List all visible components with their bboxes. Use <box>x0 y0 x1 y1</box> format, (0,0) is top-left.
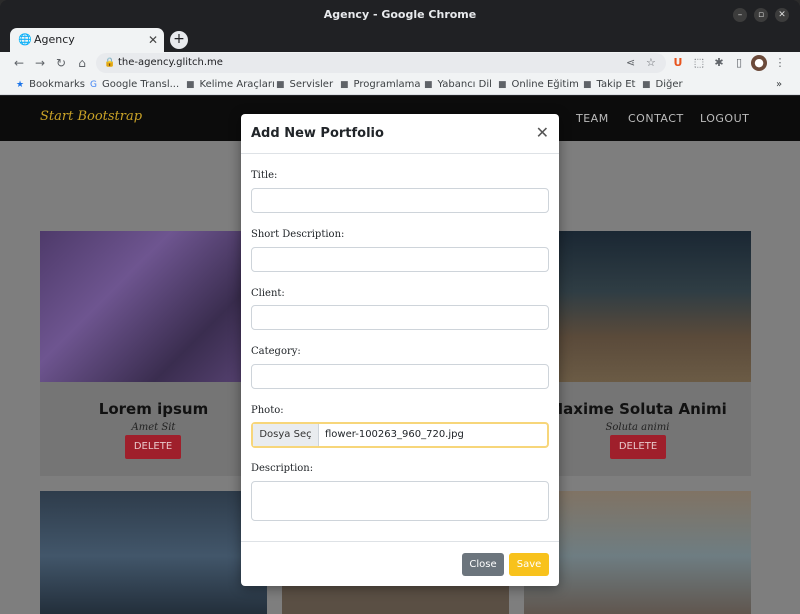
forward-icon[interactable]: → <box>31 54 49 72</box>
card-title: Lorem ipsum <box>98 400 209 418</box>
tab-title: Agency <box>34 33 75 46</box>
close-icon[interactable]: ✕ <box>536 123 549 142</box>
ublock-icon[interactable]: U <box>670 55 686 71</box>
short-description-input[interactable] <box>251 247 549 272</box>
choose-file-button[interactable]: Dosya Seç <box>253 424 319 446</box>
star-icon[interactable]: ☆ <box>646 53 656 73</box>
short-description-label: Short Description: <box>251 229 345 240</box>
bookmark-item[interactable]: ★ Bookmarks <box>16 74 85 95</box>
close-button[interactable]: Close <box>462 553 504 576</box>
browser-tab[interactable]: 🌐 Agency ✕ <box>10 28 164 52</box>
bookmark-item[interactable]: ■ Online Eğitim <box>498 74 579 95</box>
close-window-button[interactable]: ✕ <box>775 8 789 22</box>
card-subtitle: Amet Sit <box>131 422 176 433</box>
sidepanel-icon[interactable]: ▯ <box>731 55 747 71</box>
bookmark-item[interactable]: ■ Diğer <box>642 74 683 95</box>
home-icon[interactable]: ⌂ <box>73 54 91 72</box>
bookmark-item[interactable]: ■ Programlama <box>340 74 420 95</box>
lavender-image <box>40 231 267 382</box>
description-textarea[interactable] <box>251 481 549 521</box>
portfolio-card: Lorem ipsum Amet Sit DELETE <box>40 231 267 476</box>
title-label: Title: <box>251 170 278 181</box>
modal-title: Add New Portfolio <box>251 126 384 141</box>
save-button[interactable]: Save <box>509 553 549 576</box>
minimize-button[interactable]: – <box>733 8 747 22</box>
portfolio-card <box>282 582 509 614</box>
bookmark-item[interactable]: ■ Yabancı Dil <box>424 74 492 95</box>
window-title: Agency - Google Chrome <box>0 0 800 30</box>
site-brand[interactable]: Start Bootstrap <box>40 109 142 124</box>
tab-strip: 🌐 Agency ✕ + <box>0 28 800 52</box>
bookmark-item[interactable]: G Google Transl... <box>90 74 179 95</box>
category-label: Category: <box>251 346 301 357</box>
address-bar[interactable]: 🔒 the-agency.glitch.me ⋖ ☆ <box>96 53 666 73</box>
category-input[interactable] <box>251 364 549 389</box>
title-input[interactable] <box>251 188 549 213</box>
share-icon[interactable]: ⋖ <box>626 53 635 73</box>
bookmark-item[interactable]: ■ Kelime Araçları <box>186 74 275 95</box>
delete-button[interactable]: DELETE <box>610 435 666 459</box>
browser-toolbar: ← → ↻ ⌂ 🔒 the-agency.glitch.me ⋖ ☆ U ⬚ ✱… <box>0 52 800 74</box>
browser-window: Agency - Google Chrome – ▫ ✕ 🌐 Agency ✕ … <box>0 0 800 614</box>
bookmarks-overflow-icon[interactable]: » <box>776 74 782 95</box>
back-icon[interactable]: ← <box>10 54 28 72</box>
add-portfolio-modal: Add New Portfolio ✕ Title: Short Descrip… <box>241 114 559 586</box>
nav-team[interactable]: TEAM <box>576 112 609 125</box>
client-label: Client: <box>251 288 285 299</box>
modal-footer: Close Save <box>241 541 559 586</box>
bookmarks-bar: ★ Bookmarks G Google Transl... ■ Kelime Ara… <box>0 74 800 95</box>
modal-header: Add New Portfolio ✕ <box>241 114 559 154</box>
file-name: flower-100263_960_720.jpg <box>325 429 464 440</box>
avatar[interactable]: ● <box>751 55 767 71</box>
url-text: the-agency.glitch.me <box>118 57 223 68</box>
globe-icon: 🌐 <box>18 33 32 46</box>
photo-file-input[interactable]: Dosya Seç flower-100263_960_720.jpg <box>251 422 549 448</box>
nav-contact[interactable]: CONTACT <box>628 112 684 125</box>
lock-icon: 🔒 <box>104 58 116 68</box>
bookmark-item[interactable]: ■ Servisler <box>276 74 333 95</box>
puzzle-icon[interactable]: ✱ <box>711 55 727 71</box>
extension-icon[interactable]: ⬚ <box>691 55 707 71</box>
menu-icon[interactable]: ⋮ <box>772 55 788 71</box>
description-label: Description: <box>251 463 314 474</box>
delete-button[interactable]: DELETE <box>125 435 181 459</box>
photo-label: Photo: <box>251 405 284 416</box>
maximize-button[interactable]: ▫ <box>754 8 768 22</box>
reload-icon[interactable]: ↻ <box>52 54 70 72</box>
nav-logout[interactable]: LOGOUT <box>700 112 749 125</box>
portfolio-card <box>40 491 267 614</box>
client-input[interactable] <box>251 305 549 330</box>
bookmark-item[interactable]: ■ Takip Et <box>583 74 635 95</box>
new-tab-button[interactable]: + <box>170 31 188 49</box>
close-tab-icon[interactable]: ✕ <box>148 28 158 52</box>
